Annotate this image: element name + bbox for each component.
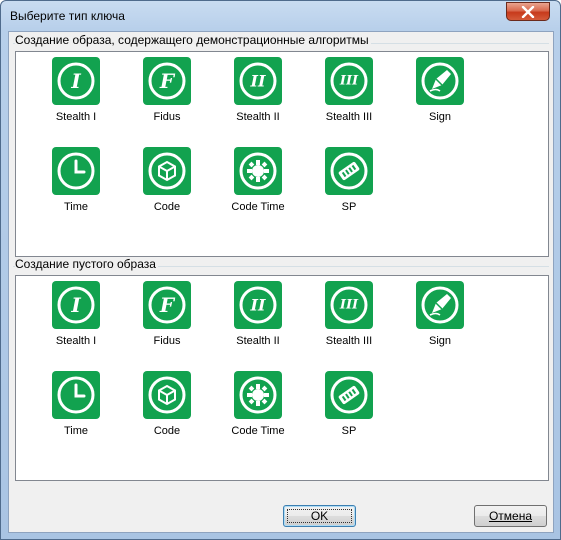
tile-label: SP <box>341 201 357 213</box>
tile-label: Sign <box>428 111 452 123</box>
time-icon-graphic <box>57 376 95 414</box>
fidus-icon: F <box>143 57 191 105</box>
key-type-tile-time[interactable]: Time <box>31 147 121 227</box>
cancel-button-label: Отмена <box>488 509 533 523</box>
tile-label: Code Time <box>231 425 285 437</box>
tile-label: Fidus <box>153 111 181 123</box>
stealth-iii-icon: III <box>325 57 373 105</box>
key-type-tile-code[interactable]: Code <box>122 371 212 451</box>
stealth-i-icon-graphic: I <box>57 286 95 324</box>
key-type-tile-fidus[interactable]: F Fidus <box>122 57 212 137</box>
tile-label: Code <box>153 201 181 213</box>
icon-glyph: I <box>70 69 81 93</box>
sign-icon-graphic <box>421 62 459 100</box>
tile-label: Fidus <box>153 335 181 347</box>
code-icon-graphic <box>148 376 186 414</box>
demo-image-panel: I Stealth I F Fidus II Stealth II III Stealth I… <box>15 51 549 257</box>
stealth-iii-icon-graphic: III <box>330 286 368 324</box>
sign-icon <box>416 281 464 329</box>
stealth-ii-icon-graphic: II <box>239 286 277 324</box>
code-icon <box>143 147 191 195</box>
time-icon <box>52 371 100 419</box>
key-type-tile-sign[interactable]: Sign <box>395 281 485 361</box>
sign-icon-graphic <box>421 286 459 324</box>
time-icon-graphic <box>57 152 95 190</box>
stealth-iii-icon-graphic: III <box>330 62 368 100</box>
tile-label: Stealth II <box>236 111 280 123</box>
stealth-ii-icon: II <box>234 281 282 329</box>
key-type-tile-stealth-i[interactable]: I Stealth I <box>31 57 121 137</box>
ok-button[interactable]: OK <box>283 505 356 527</box>
key-type-tile-code-time[interactable]: Code Time <box>213 147 303 227</box>
icon-glyph: II <box>250 72 266 91</box>
tile-label: Stealth II <box>236 335 280 347</box>
tile-label: Sign <box>428 335 452 347</box>
tile-label: Stealth I <box>55 335 97 347</box>
tile-label: Code Time <box>231 201 285 213</box>
key-type-tile-sign[interactable]: Sign <box>395 57 485 137</box>
key-type-tile-stealth-iii[interactable]: III Stealth III <box>304 281 394 361</box>
tile-label: Time <box>63 201 89 213</box>
icon-glyph: II <box>250 296 266 315</box>
sp-icon <box>325 371 373 419</box>
ok-button-label: OK <box>310 509 329 523</box>
stealth-i-icon: I <box>52 57 100 105</box>
fidus-icon-graphic: F <box>148 286 186 324</box>
tile-label: SP <box>341 425 357 437</box>
fidus-icon-graphic: F <box>148 62 186 100</box>
stealth-iii-icon: III <box>325 281 373 329</box>
icon-glyph: III <box>339 298 359 313</box>
sp-icon-graphic <box>330 376 368 414</box>
key-type-tile-stealth-ii[interactable]: II Stealth II <box>213 57 303 137</box>
sign-icon <box>416 57 464 105</box>
time-icon <box>52 147 100 195</box>
key-type-tile-stealth-i[interactable]: I Stealth I <box>31 281 121 361</box>
tile-label: Stealth I <box>55 111 97 123</box>
key-type-tile-code-time[interactable]: Code Time <box>213 371 303 451</box>
empty-image-panel: I Stealth I F Fidus II Stealth II III Stealth I… <box>15 275 549 481</box>
icon-glyph: I <box>70 293 81 317</box>
icon-glyph: F <box>159 69 176 93</box>
icon-glyph: F <box>159 293 176 317</box>
stealth-ii-icon-graphic: II <box>239 62 277 100</box>
key-type-tile-stealth-iii[interactable]: III Stealth III <box>304 57 394 137</box>
code-time-icon <box>234 371 282 419</box>
dialog-window: Выберите тип ключа Создание образа, соде… <box>0 0 561 540</box>
code-time-icon-graphic <box>239 152 277 190</box>
tile-label: Stealth III <box>325 111 373 123</box>
close-button[interactable] <box>506 2 550 21</box>
icon-glyph: III <box>339 74 359 89</box>
key-type-tile-time[interactable]: Time <box>31 371 121 451</box>
tile-label: Code <box>153 425 181 437</box>
key-type-tile-sp[interactable]: SP <box>304 371 394 451</box>
key-type-tile-stealth-ii[interactable]: II Stealth II <box>213 281 303 361</box>
stealth-ii-icon: II <box>234 57 282 105</box>
cancel-button[interactable]: Отмена <box>474 505 547 527</box>
sp-icon-graphic <box>330 152 368 190</box>
close-icon <box>521 5 535 18</box>
code-icon-graphic <box>148 152 186 190</box>
code-time-icon <box>234 147 282 195</box>
key-type-tile-sp[interactable]: SP <box>304 147 394 227</box>
code-time-icon-graphic <box>239 376 277 414</box>
title-bar[interactable]: Выберите тип ключа <box>1 1 560 31</box>
window-title: Выберите тип ключа <box>10 9 125 23</box>
tile-label: Time <box>63 425 89 437</box>
key-type-tile-code[interactable]: Code <box>122 147 212 227</box>
stealth-i-icon-graphic: I <box>57 62 95 100</box>
tile-label: Stealth III <box>325 335 373 347</box>
group-label-demo: Создание образа, содержащего демонстраци… <box>15 33 371 47</box>
dialog-client-area: Создание образа, содержащего демонстраци… <box>8 31 554 533</box>
sp-icon <box>325 147 373 195</box>
code-icon <box>143 371 191 419</box>
group-label-empty: Создание пустого образа <box>15 257 158 271</box>
fidus-icon: F <box>143 281 191 329</box>
key-type-tile-fidus[interactable]: F Fidus <box>122 281 212 361</box>
stealth-i-icon: I <box>52 281 100 329</box>
